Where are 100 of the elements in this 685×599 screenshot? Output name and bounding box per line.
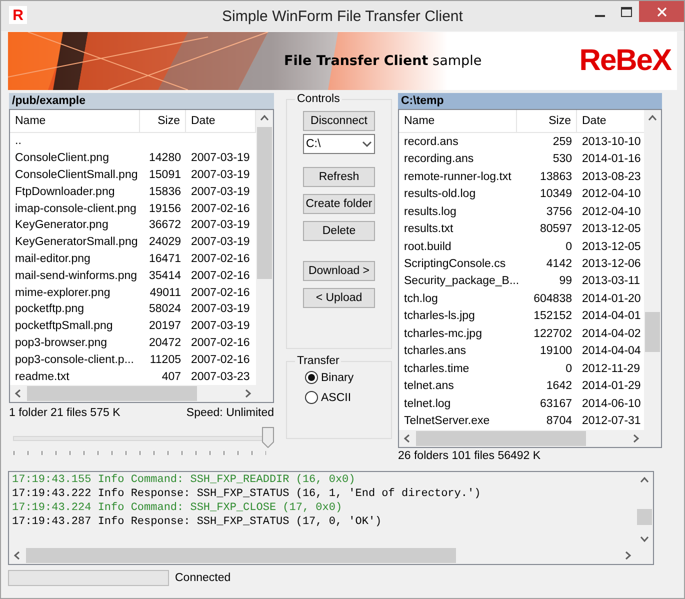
- file-name[interactable]: tcharles.time: [399, 362, 517, 375]
- column-header[interactable]: Size: [140, 110, 186, 132]
- file-date: 2007-02-16: [190, 252, 251, 265]
- speed-label: Speed: Unlimited: [186, 407, 274, 419]
- file-date: 2007-03-19: [190, 219, 251, 232]
- file-name[interactable]: KeyGeneratorSmall.png: [10, 236, 140, 248]
- file-name[interactable]: telnet.ans: [399, 380, 517, 392]
- file-size: 10349: [539, 188, 573, 200]
- file-date: 2013-10-10: [581, 136, 642, 148]
- file-name[interactable]: record.ans: [399, 136, 517, 148]
- file-size: 58024: [148, 303, 182, 316]
- file-size: 8704: [545, 415, 573, 428]
- file-name[interactable]: pocketftp.png: [10, 303, 140, 316]
- action-button[interactable]: Refresh: [303, 167, 375, 187]
- file-name[interactable]: ..: [10, 135, 140, 148]
- file-name[interactable]: mail-editor.png: [10, 252, 140, 265]
- file-size: 35414: [148, 270, 182, 282]
- file-name[interactable]: tcharles.ans: [399, 345, 517, 358]
- vertical-scrollbar[interactable]: [256, 110, 273, 385]
- file-size: 24029: [148, 236, 182, 248]
- file-date: 2014-01-20: [581, 292, 642, 305]
- file-size: 152152: [532, 310, 573, 322]
- radio-option[interactable]: ASCII: [305, 391, 352, 404]
- file-size: 99: [558, 275, 573, 288]
- file-name[interactable]: mime-explorer.png: [10, 286, 140, 299]
- file-date: 2013-03-11: [581, 275, 641, 288]
- file-name[interactable]: root.build: [399, 240, 517, 253]
- file-name[interactable]: pocketftpSmall.png: [10, 320, 140, 332]
- scrollbar-thumb[interactable]: [637, 509, 652, 525]
- summary-text: 1 folder 21 files 575 K: [9, 407, 120, 419]
- horizontal-scrollbar[interactable]: [399, 430, 661, 447]
- log-line: 17:19:43.287 Info Response: SSH_FXP_STATUS (17, 0, 'OK'): [12, 515, 383, 529]
- drive-dropdown[interactable]: C:\: [303, 134, 375, 154]
- file-name[interactable]: ConsoleClientSmall.png: [10, 168, 140, 181]
- file-name[interactable]: imap-console-client.png: [10, 202, 140, 215]
- log-line: 17:19:43.224 Info Command: SSH_FXP_CLOSE (17, 0x0): [12, 501, 344, 515]
- scrollbar-thumb[interactable]: [257, 127, 272, 279]
- file-name[interactable]: ConsoleClient.png: [10, 152, 140, 164]
- vertical-scrollbar[interactable]: [644, 110, 661, 430]
- file-name[interactable]: pop3-browser.png: [10, 336, 140, 349]
- file-size: 36672: [148, 219, 182, 232]
- log-line: 17:19:43.155 Info Command: SSH_FXP_READDIR (16, 0x0): [12, 473, 356, 487]
- file-name[interactable]: tcharles-ls.jpg: [399, 310, 517, 322]
- transfer-button[interactable]: < Upload: [303, 288, 375, 308]
- file-name[interactable]: FtpDownloader.png: [10, 186, 140, 198]
- dropdown-icon: [360, 140, 374, 148]
- file-name[interactable]: recording.ans: [399, 153, 517, 166]
- scrollbar-thumb[interactable]: [26, 548, 456, 563]
- transfer-button[interactable]: Download >: [303, 261, 375, 281]
- scrollbar-thumb[interactable]: [645, 312, 660, 352]
- column-header[interactable]: Name: [399, 110, 517, 132]
- radio-option[interactable]: Binary: [305, 371, 354, 384]
- file-size: 3756: [545, 206, 573, 218]
- file-size: 4142: [545, 258, 573, 270]
- scrollbar-thumb[interactable]: [27, 386, 197, 401]
- file-name[interactable]: readme.txt: [10, 370, 140, 383]
- file-name[interactable]: results.txt: [399, 223, 517, 236]
- app-icon: R: [9, 6, 27, 24]
- file-name[interactable]: KeyGenerator.png: [10, 219, 140, 232]
- minimize-icon: [595, 14, 605, 16]
- action-button[interactable]: Create folder: [303, 194, 375, 214]
- file-name[interactable]: results-old.log: [399, 188, 517, 200]
- file-name[interactable]: tcharles-mc.jpg: [399, 328, 517, 340]
- file-size: 15836: [148, 186, 182, 198]
- file-name[interactable]: tch.log: [399, 292, 517, 305]
- status-text: Connected: [175, 572, 231, 584]
- file-size: 11205: [148, 354, 182, 366]
- disconnect-button[interactable]: Disconnect: [303, 111, 375, 131]
- logo: ReBeX: [579, 44, 671, 78]
- close-icon: [656, 6, 666, 16]
- path-header: /pub/example: [9, 93, 274, 109]
- file-size: 49011: [148, 286, 182, 299]
- file-size: 14280: [148, 152, 182, 164]
- column-header[interactable]: Size: [517, 110, 577, 132]
- file-size: 122702: [532, 328, 573, 340]
- file-date: 2014-04-02: [581, 328, 642, 340]
- file-name[interactable]: mail-send-winforms.png: [10, 270, 140, 282]
- file-date: 2013-12-06: [581, 258, 642, 270]
- horizontal-scrollbar[interactable]: [10, 385, 273, 402]
- summary-text: 26 folders 101 files 56492 K: [398, 450, 541, 462]
- group-title: Transfer: [296, 355, 340, 367]
- file-name[interactable]: results.log: [399, 206, 517, 218]
- file-size: 259: [552, 136, 573, 148]
- file-name[interactable]: remote-runner-log.txt: [399, 170, 517, 183]
- file-name[interactable]: ScriptingConsole.cs: [399, 258, 517, 270]
- slider-thumb[interactable]: [262, 427, 274, 448]
- file-date: 2014-04-01: [581, 310, 642, 322]
- file-date: 2007-02-16: [190, 354, 251, 366]
- file-name[interactable]: TelnetServer.exe: [399, 415, 517, 428]
- action-button[interactable]: Delete: [303, 221, 375, 241]
- scrollbar-thumb[interactable]: [416, 431, 586, 446]
- file-name[interactable]: pop3-console-client.p...: [10, 354, 140, 366]
- column-header[interactable]: Name: [10, 110, 140, 132]
- file-date: 2013-12-05: [581, 223, 642, 236]
- close-button[interactable]: [639, 1, 684, 22]
- file-size: 63167: [539, 398, 573, 410]
- file-date: 2012-11-29: [581, 362, 641, 375]
- file-name[interactable]: telnet.log: [399, 398, 517, 410]
- file-name[interactable]: Security_package_B...: [399, 275, 517, 288]
- file-date: 2007-03-23: [190, 370, 251, 383]
